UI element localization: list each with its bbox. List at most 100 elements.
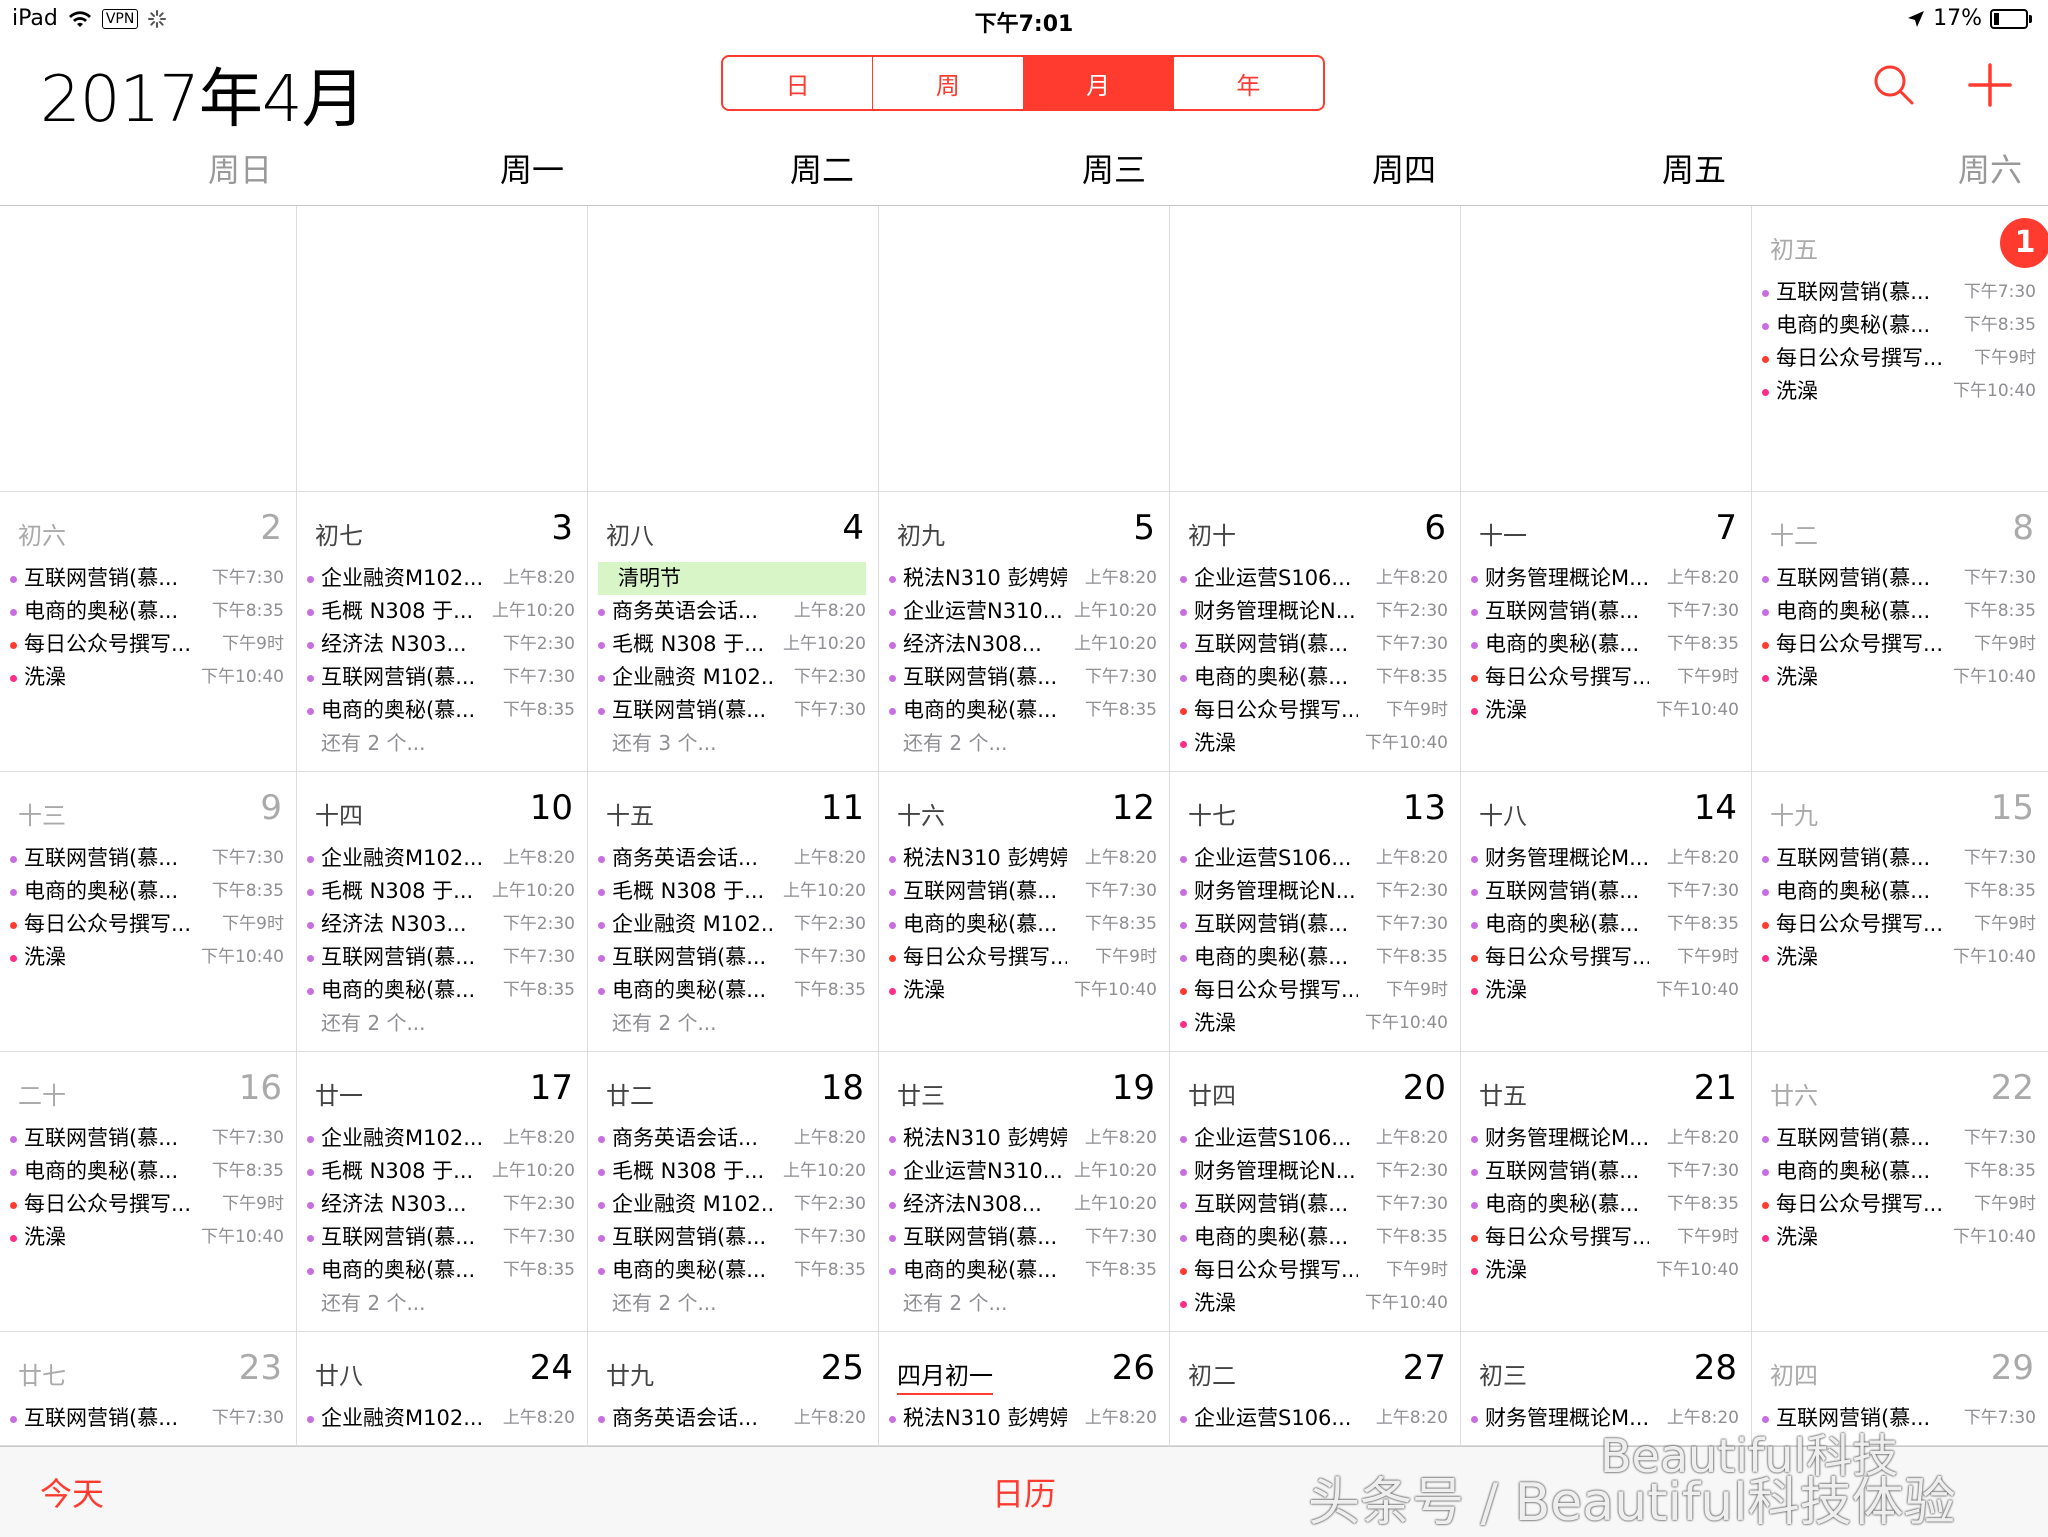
day-cell[interactable]: 初六 2 互联网营销(慕... 下午7:30 电商的奥秘(慕... 下午8:35 每日公众号… (0, 492, 297, 772)
calendar-event[interactable]: 互联网营销(慕... 下午7:30 (10, 562, 284, 595)
calendar-event[interactable]: 企业运营S106... 上午8:20 (1180, 1402, 1448, 1435)
day-cell[interactable]: 初十 6 企业运营S106... 上午8:20 财务管理概论N... 下午2:30 互联网营… (1170, 492, 1461, 772)
calendar-event[interactable]: 电商的奥秘(慕... 下午8:35 (1180, 1221, 1448, 1254)
calendar-event[interactable]: 企业融资 M102... 下午2:30 (598, 661, 866, 694)
calendar-event[interactable]: 每日公众号撰写... 下午9时 (10, 908, 284, 941)
calendar-event[interactable]: 洗澡 下午10:40 (10, 1221, 284, 1254)
more-events-link[interactable]: 还有 2 个... (307, 727, 575, 760)
calendar-event[interactable]: 税法N310 彭娉婷 上午8:20 (889, 562, 1157, 595)
more-events-link[interactable]: 还有 2 个... (889, 1287, 1157, 1320)
calendar-event[interactable]: 每日公众号撰写... 下午9时 (889, 941, 1157, 974)
calendar-event[interactable]: 毛概 N308 于... 上午10:20 (598, 628, 866, 661)
calendar-event[interactable]: 财务管理概论M... 上午8:20 (1471, 562, 1739, 595)
calendar-event[interactable]: 洗澡 下午10:40 (1762, 1221, 2036, 1254)
calendar-event[interactable]: 洗澡 下午10:40 (1471, 974, 1739, 1007)
calendars-button[interactable]: 日历 (992, 1469, 1056, 1515)
day-cell[interactable]: 十四 10 企业融资M102... 上午8:20 毛概 N308 于... 上午10:20… (297, 772, 588, 1052)
calendar-event[interactable]: 互联网营销(慕... 下午7:30 (307, 941, 575, 974)
day-cell[interactable]: 十八 14 财务管理概论M... 上午8:20 互联网营销(慕... 下午7:30 电商的奥… (1461, 772, 1752, 1052)
calendar-event[interactable]: 每日公众号撰写... 下午9时 (1762, 908, 2036, 941)
calendar-event[interactable]: 企业融资M102... 上午8:20 (307, 842, 575, 875)
calendar-event[interactable]: 经济法 N303... 下午2:30 (307, 908, 575, 941)
calendar-event[interactable]: 每日公众号撰写... 下午9时 (1762, 342, 2036, 375)
calendar-event[interactable]: 互联网营销(慕... 下午7:30 (1762, 842, 2036, 875)
calendar-event[interactable]: 每日公众号撰写... 下午9时 (1471, 941, 1739, 974)
more-events-link[interactable]: 还有 2 个... (598, 1287, 866, 1320)
day-cell[interactable]: 初二 27 企业运营S106... 上午8:20 (1170, 1332, 1461, 1446)
calendar-event[interactable]: 毛概 N308 于... 上午10:20 (598, 875, 866, 908)
calendar-event[interactable]: 企业融资M102... 上午8:20 (307, 562, 575, 595)
calendar-event[interactable]: 企业运营S106... 上午8:20 (1180, 562, 1448, 595)
calendar-event[interactable]: 互联网营销(慕... 下午7:30 (1471, 875, 1739, 908)
calendar-event[interactable]: 毛概 N308 于... 上午10:20 (598, 1155, 866, 1188)
calendar-event[interactable]: 互联网营销(慕... 下午7:30 (1471, 1155, 1739, 1188)
day-cell[interactable]: 十五 11 商务英语会话... 上午8:20 毛概 N308 于... 上午10:20 企业… (588, 772, 879, 1052)
calendar-event[interactable]: 电商的奥秘(慕... 下午8:35 (889, 694, 1157, 727)
calendar-event[interactable]: 电商的奥秘(慕... 下午8:35 (307, 974, 575, 1007)
calendar-event[interactable]: 毛概 N308 于... 上午10:20 (307, 595, 575, 628)
calendar-event[interactable]: 洗澡 下午10:40 (1471, 1254, 1739, 1287)
calendar-event[interactable]: 每日公众号撰写... 下午9时 (1180, 974, 1448, 1007)
day-cell[interactable]: 廿九 25 商务英语会话... 上午8:20 (588, 1332, 879, 1446)
day-cell[interactable]: 廿四 20 企业运营S106... 上午8:20 财务管理概论N... 下午2:30 互联网… (1170, 1052, 1461, 1332)
calendar-event[interactable]: 财务管理概论N... 下午2:30 (1180, 875, 1448, 908)
calendar-event[interactable]: 互联网营销(慕... 下午7:30 (889, 1221, 1157, 1254)
calendar-event[interactable]: 电商的奥秘(慕... 下午8:35 (1762, 309, 2036, 342)
calendar-event[interactable]: 电商的奥秘(慕... 下午8:35 (598, 974, 866, 1007)
calendar-event[interactable]: 洗澡 下午10:40 (1471, 694, 1739, 727)
calendar-event[interactable]: 企业运营N310... 上午10:20 (889, 1155, 1157, 1188)
calendar-event[interactable]: 商务英语会话... 上午8:20 (598, 1122, 866, 1155)
calendar-event[interactable]: 电商的奥秘(慕... 下午8:35 (889, 1254, 1157, 1287)
calendar-event[interactable]: 互联网营销(慕... 下午7:30 (1762, 562, 2036, 595)
calendar-event[interactable]: 每日公众号撰写... 下午9时 (10, 1188, 284, 1221)
calendar-event[interactable]: 每日公众号撰写... 下午9时 (1180, 694, 1448, 727)
segment-3[interactable]: 年 (1174, 57, 1323, 109)
calendar-event[interactable]: 电商的奥秘(慕... 下午8:35 (10, 1155, 284, 1188)
calendar-event[interactable]: 企业融资 M102... 下午2:30 (598, 1188, 866, 1221)
day-cell[interactable]: 廿五 21 财务管理概论M... 上午8:20 互联网营销(慕... 下午7:30 电商的奥… (1461, 1052, 1752, 1332)
calendar-event[interactable]: 互联网营销(慕... 下午7:30 (1471, 595, 1739, 628)
calendar-event[interactable]: 互联网营销(慕... 下午7:30 (10, 1402, 284, 1435)
day-cell[interactable]: 初七 3 企业融资M102... 上午8:20 毛概 N308 于... 上午10:20 经… (297, 492, 588, 772)
calendar-event[interactable]: 毛概 N308 于... 上午10:20 (307, 875, 575, 908)
calendar-event[interactable]: 财务管理概论N... 下午2:30 (1180, 595, 1448, 628)
calendar-event[interactable]: 电商的奥秘(慕... 下午8:35 (1180, 661, 1448, 694)
day-cell[interactable]: 廿八 24 企业融资M102... 上午8:20 (297, 1332, 588, 1446)
day-cell[interactable]: 廿一 17 企业融资M102... 上午8:20 毛概 N308 于... 上午10:20… (297, 1052, 588, 1332)
calendar-event[interactable]: 财务管理概论N... 下午2:30 (1180, 1155, 1448, 1188)
more-events-link[interactable]: 还有 3 个... (598, 727, 866, 760)
calendar-event[interactable]: 经济法 N303... 下午2:30 (307, 1188, 575, 1221)
more-events-link[interactable]: 还有 2 个... (307, 1287, 575, 1320)
calendar-event[interactable]: 每日公众号撰写... 下午9时 (1471, 661, 1739, 694)
day-cell[interactable]: 初八 4 清明节 商务英语会话... 上午8:20 毛概 N308 于... 上午10:20… (588, 492, 879, 772)
calendar-event[interactable]: 洗澡 下午10:40 (10, 941, 284, 974)
calendar-event[interactable]: 电商的奥秘(慕... 下午8:35 (307, 694, 575, 727)
calendar-event[interactable]: 税法N310 彭娉婷 上午8:20 (889, 842, 1157, 875)
calendar-event[interactable]: 电商的奥秘(慕... 下午8:35 (598, 1254, 866, 1287)
calendar-event[interactable]: 商务英语会话... 上午8:20 (598, 595, 866, 628)
day-cell[interactable]: 四月初一 26 税法N310 彭娉婷 上午8:20 (879, 1332, 1170, 1446)
calendar-event[interactable]: 商务英语会话... 上午8:20 (598, 842, 866, 875)
calendar-event[interactable]: 洗澡 下午10:40 (1180, 1287, 1448, 1320)
calendar-event[interactable]: 洗澡 下午10:40 (1180, 1007, 1448, 1040)
more-events-link[interactable]: 还有 2 个... (598, 1007, 866, 1040)
calendar-event[interactable]: 每日公众号撰写... 下午9时 (10, 628, 284, 661)
day-cell[interactable]: 廿二 18 商务英语会话... 上午8:20 毛概 N308 于... 上午10:20 企业… (588, 1052, 879, 1332)
calendar-event[interactable]: 互联网营销(慕... 下午7:30 (889, 661, 1157, 694)
more-events-link[interactable]: 还有 2 个... (307, 1007, 575, 1040)
more-events-link[interactable]: 还有 2 个... (889, 727, 1157, 760)
calendar-event[interactable]: 洗澡 下午10:40 (10, 661, 284, 694)
calendar-event[interactable]: 电商的奥秘(慕... 下午8:35 (1762, 1155, 2036, 1188)
calendar-event[interactable]: 税法N310 彭娉婷 上午8:20 (889, 1122, 1157, 1155)
day-cell[interactable]: 廿七 23 互联网营销(慕... 下午7:30 (0, 1332, 297, 1446)
calendar-event[interactable]: 洗澡 下午10:40 (1180, 727, 1448, 760)
day-cell[interactable]: 十六 12 税法N310 彭娉婷 上午8:20 互联网营销(慕... 下午7:30 电商的奥… (879, 772, 1170, 1052)
calendar-event[interactable]: 电商的奥秘(慕... 下午8:35 (10, 595, 284, 628)
calendar-event[interactable]: 企业运营N310... 上午10:20 (889, 595, 1157, 628)
calendar-event[interactable]: 毛概 N308 于... 上午10:20 (307, 1155, 575, 1188)
plus-icon[interactable] (1960, 55, 2020, 115)
calendar-event[interactable]: 财务管理概论M... 上午8:20 (1471, 1122, 1739, 1155)
calendar-event[interactable]: 电商的奥秘(慕... 下午8:35 (1762, 875, 2036, 908)
calendar-event[interactable]: 企业融资 M102... 下午2:30 (598, 908, 866, 941)
calendar-event[interactable]: 每日公众号撰写... 下午9时 (1180, 1254, 1448, 1287)
